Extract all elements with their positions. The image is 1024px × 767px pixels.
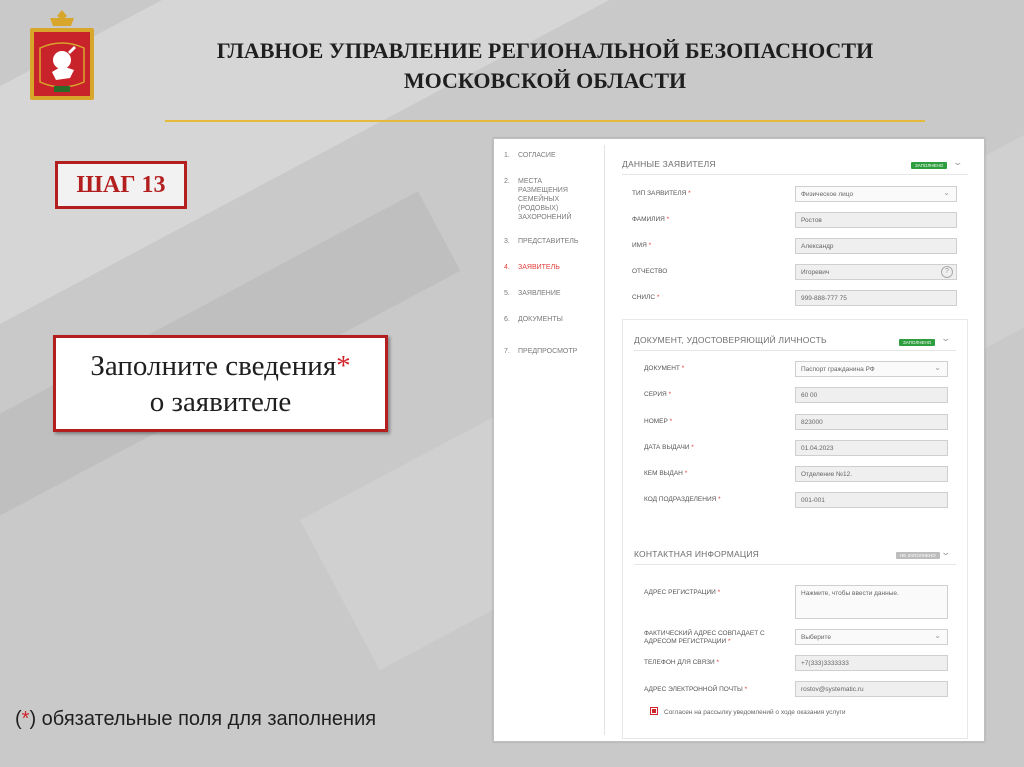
chevron-down-icon[interactable]: ⌄: [940, 333, 951, 344]
identity-contact-card: [622, 319, 968, 739]
surname-input[interactable]: Ростов: [795, 212, 957, 228]
title-line-1: ГЛАВНОЕ УПРАВЛЕНИЕ РЕГИОНАЛЬНОЙ БЕЗОПАСН…: [216, 38, 874, 63]
step-label: МЕСТА РАЗМЕЩЕНИЯ СЕМЕЙНЫХ (РОДОВЫХ) ЗАХО…: [518, 178, 572, 221]
phone-input[interactable]: +7(333)3333333: [795, 655, 948, 671]
field-label: СЕРИЯ *: [644, 391, 672, 398]
field-label: КОД ПОДРАЗДЕЛЕНИЯ *: [644, 496, 721, 503]
field-label: ТИП ЗАЯВИТЕЛЯ *: [632, 190, 691, 197]
step-label: ПРЕДПРОСМОТР: [518, 348, 578, 355]
field-label: СНИЛС *: [632, 294, 660, 301]
step-item-documents[interactable]: 6. ДОКУМЕНТЫ: [504, 315, 594, 324]
status-badge: ЗАПОЛНЕНО: [911, 162, 948, 169]
issue-date-input[interactable]: 01.04.2023: [795, 440, 948, 456]
step-item-preview[interactable]: 7. ПРЕДПРОСМОТР: [504, 347, 594, 356]
patronymic-input[interactable]: Игоревич?: [795, 264, 957, 280]
footnote-paren: (: [15, 708, 22, 730]
step-label: ДОКУМЕНТЫ: [518, 316, 563, 323]
instruction-line-1: Заполните сведения: [90, 349, 337, 382]
footnote-text: ) обязательные поля для заполнения: [29, 708, 377, 730]
required-star: *: [336, 349, 351, 382]
instruction-box: Заполните сведения* о заявителе: [53, 335, 388, 432]
step-item-burial-places[interactable]: 2. МЕСТА РАЗМЕЩЕНИЯ СЕМЕЙНЫХ (РОДОВЫХ) ЗА…: [504, 177, 594, 222]
name-input[interactable]: Александр: [795, 238, 957, 254]
applicant-type-select[interactable]: Физическое лицо ⌄: [795, 186, 957, 202]
form-screenshot: 1. СОГЛАСИЕ 2. МЕСТА РАЗМЕЩЕНИЯ СЕМЕЙНЫХ (…: [493, 138, 985, 742]
step-item-consent[interactable]: 1. СОГЛАСИЕ: [504, 151, 594, 160]
step-item-representative[interactable]: 3. ПРЕДСТАВИТЕЛЬ: [504, 237, 594, 246]
step-num: 6.: [504, 316, 510, 323]
instruction-line-2: о заявителе: [149, 385, 292, 418]
status-badge: ЗАПОЛНЕНО: [899, 339, 936, 346]
section-applicant-heading: ДАННЫЕ ЗАЯВИТЕЛЯ: [622, 159, 716, 169]
field-label: ДОКУМЕНТ *: [644, 365, 685, 372]
title-divider: [165, 120, 925, 122]
step-label: ЗАЯВИТЕЛЬ: [518, 264, 560, 271]
field-label: ФАМИЛИЯ *: [632, 216, 670, 223]
field-label: ИМЯ *: [632, 242, 652, 249]
title-line-2: МОСКОВСКОЙ ОБЛАСТИ: [403, 68, 687, 93]
division-code-input[interactable]: 001-001: [795, 492, 948, 508]
step-item-applicant[interactable]: 4. ЗАЯВИТЕЛЬ: [504, 263, 594, 272]
field-label: АДРЕС ЭЛЕКТРОННОЙ ПОЧТЫ *: [644, 686, 748, 693]
step-label: ЗАЯВЛЕНИЕ: [518, 290, 561, 297]
step-num: 1.: [504, 152, 510, 159]
field-label: ТЕЛЕФОН ДЛЯ СВЯЗИ *: [644, 659, 720, 666]
field-label: НОМЕР *: [644, 418, 673, 425]
chevron-down-icon: ⌄: [934, 363, 941, 372]
section-divider: [622, 174, 968, 175]
consent-checkbox[interactable]: Согласен на рассылку уведомлений о ходе …: [650, 707, 845, 716]
step-label: ШАГ 13: [55, 161, 187, 209]
document-type-select[interactable]: Паспорт гражданина РФ ⌄: [795, 361, 948, 377]
issued-by-input[interactable]: Отделение №12.: [795, 466, 948, 482]
required-footnote: (*) обязательные поля для заполнения: [15, 708, 376, 731]
sidebar-divider: [604, 145, 605, 735]
number-input[interactable]: 823000: [795, 414, 948, 430]
step-label: ПРЕДСТАВИТЕЛЬ: [518, 238, 579, 245]
page-title: ГЛАВНОЕ УПРАВЛЕНИЕ РЕГИОНАЛЬНОЙ БЕЗОПАСН…: [150, 36, 940, 96]
section-identity-heading: ДОКУМЕНТ, УДОСТОВЕРЯЮЩИЙ ЛИЧНОСТЬ: [634, 335, 827, 345]
consent-label: Согласен на рассылку уведомлений о ходе …: [664, 709, 846, 716]
field-label: ОТЧЕСТВО: [632, 268, 668, 275]
actual-address-same-select[interactable]: Выберите ⌄: [795, 629, 948, 645]
help-icon[interactable]: ?: [941, 266, 953, 278]
registration-address-input[interactable]: Нажмите, чтобы ввести данные.: [795, 585, 948, 619]
field-label: КЕМ ВЫДАН *: [644, 470, 688, 477]
chevron-down-icon: ⌄: [943, 188, 950, 197]
step-label: СОГЛАСИЕ: [518, 152, 556, 159]
step-num: 4.: [504, 264, 510, 271]
email-input[interactable]: rostov@systematic.ru: [795, 681, 948, 697]
checkbox-icon: [650, 707, 658, 715]
section-divider: [634, 350, 956, 351]
series-input[interactable]: 60 00: [795, 387, 948, 403]
status-badge: НЕ ЗАПОЛНЕНО: [896, 552, 940, 559]
chevron-down-icon: ⌄: [934, 631, 941, 640]
coat-of-arms-logo: [30, 10, 94, 100]
chevron-down-icon[interactable]: ⌄: [940, 547, 951, 558]
step-num: 3.: [504, 238, 510, 245]
chevron-down-icon[interactable]: ⌄: [952, 157, 963, 168]
field-label: ДАТА ВЫДАЧИ *: [644, 444, 694, 451]
step-item-application[interactable]: 5. ЗАЯВЛЕНИЕ: [504, 289, 594, 298]
snils-input[interactable]: 999-888-777 75: [795, 290, 957, 306]
field-label: ФАКТИЧЕСКИЙ АДРЕС СОВПАДАЕТ С АДРЕСОМ РЕГ…: [644, 630, 765, 645]
step-num: 2.: [504, 178, 510, 185]
section-divider: [634, 564, 956, 565]
section-contact-heading: КОНТАКТНАЯ ИНФОРМАЦИЯ: [634, 549, 760, 559]
step-num: 5.: [504, 290, 510, 297]
step-num: 7.: [504, 348, 510, 355]
field-label: АДРЕС РЕГИСТРАЦИИ *: [644, 589, 721, 596]
